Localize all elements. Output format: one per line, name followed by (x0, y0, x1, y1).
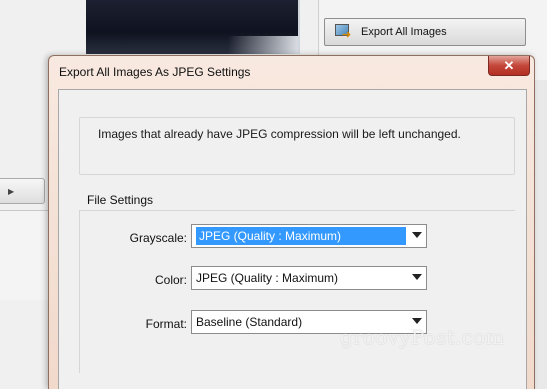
thumbnail-highlight (228, 36, 298, 54)
arrow-right-icon: ▶ (8, 187, 15, 196)
watermark-logo: groovyPost.com (340, 325, 505, 349)
export-images-icon: ➜ (335, 24, 353, 41)
format-label: Format: (145, 317, 187, 331)
chevron-down-icon[interactable] (412, 274, 422, 280)
background-side-panel (0, 210, 50, 300)
export-all-images-button[interactable]: ➜ Export All Images (324, 18, 526, 46)
grayscale-dropdown[interactable]: JPEG (Quality : Maximum) (191, 224, 427, 248)
color-value: JPEG (Quality : Maximum) (196, 271, 339, 285)
close-button[interactable]: ✕ (488, 56, 530, 76)
chevron-down-icon[interactable] (412, 318, 422, 324)
close-icon: ✕ (503, 57, 515, 73)
export-all-images-label: Export All Images (361, 26, 447, 38)
grayscale-label: Grayscale: (129, 231, 187, 245)
info-message-text: Images that already have JPEG compressio… (98, 127, 461, 141)
format-value: Baseline (Standard) (196, 315, 303, 329)
chevron-down-icon[interactable] (412, 232, 422, 238)
export-arrow-icon: ➜ (342, 29, 352, 41)
color-label: Color: (154, 273, 187, 287)
background-side-button[interactable]: ▶ (0, 178, 45, 204)
dialog-title-bar[interactable]: Export All Images As JPEG Settings (49, 56, 534, 88)
dialog-title: Export All Images As JPEG Settings (59, 65, 251, 79)
info-message-box: Images that already have JPEG compressio… (79, 117, 515, 175)
color-dropdown[interactable]: JPEG (Quality : Maximum) (191, 266, 427, 290)
grayscale-value: JPEG (Quality : Maximum) (196, 227, 406, 245)
file-settings-title: File Settings (87, 193, 154, 207)
background-image-thumbnail (86, 0, 300, 54)
